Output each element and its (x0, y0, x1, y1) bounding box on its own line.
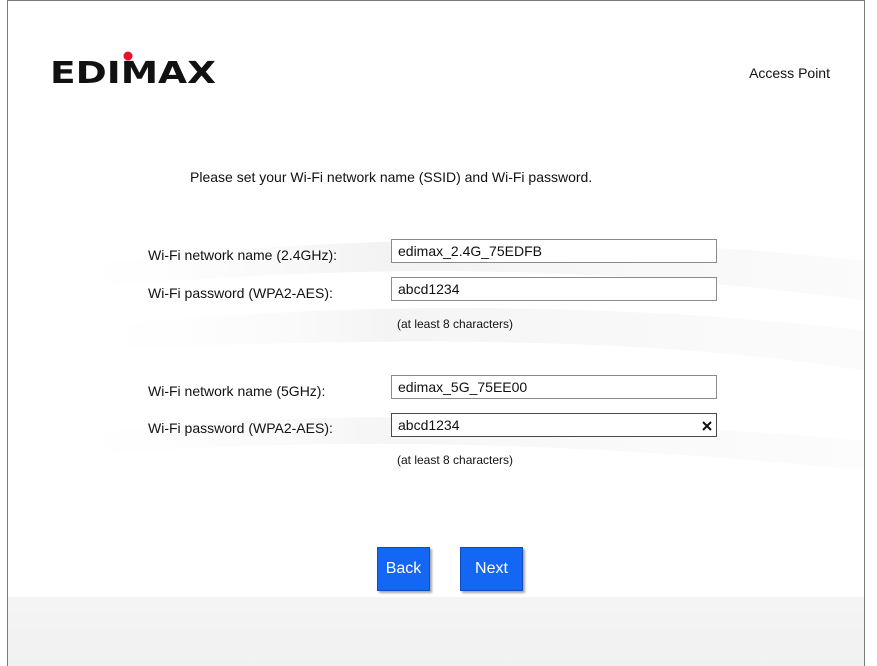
back-button[interactable]: Back (377, 547, 430, 591)
close-icon[interactable] (701, 420, 713, 432)
password-5-hint: (at least 8 characters) (397, 453, 514, 467)
password-24-label: Wi-Fi password (WPA2-AES): (148, 285, 333, 301)
edimax-logo: EDIMAX (50, 51, 216, 91)
device-mode-label: Access Point (749, 65, 830, 81)
instruction-text: Please set your Wi-Fi network name (SSID… (190, 169, 593, 185)
ssid-24-label: Wi-Fi network name (2.4GHz): (148, 247, 338, 263)
svg-text:EDIMAX: EDIMAX (50, 56, 216, 91)
ssid-5-label: Wi-Fi network name (5GHz): (148, 383, 326, 399)
next-button[interactable]: Next (460, 547, 523, 591)
password-24-input[interactable] (391, 277, 717, 301)
password-5-input[interactable] (391, 413, 717, 437)
setup-wizard-frame: EDIMAX Access Point Please set your Wi-F… (7, 0, 865, 666)
ssid-24-input[interactable] (391, 239, 717, 263)
password-5-label: Wi-Fi password (WPA2-AES): (148, 420, 333, 436)
password-24-hint: (at least 8 characters) (397, 317, 514, 331)
ssid-5-input[interactable] (391, 375, 717, 399)
bottom-band (8, 597, 864, 666)
background-swoosh (37, 240, 864, 471)
